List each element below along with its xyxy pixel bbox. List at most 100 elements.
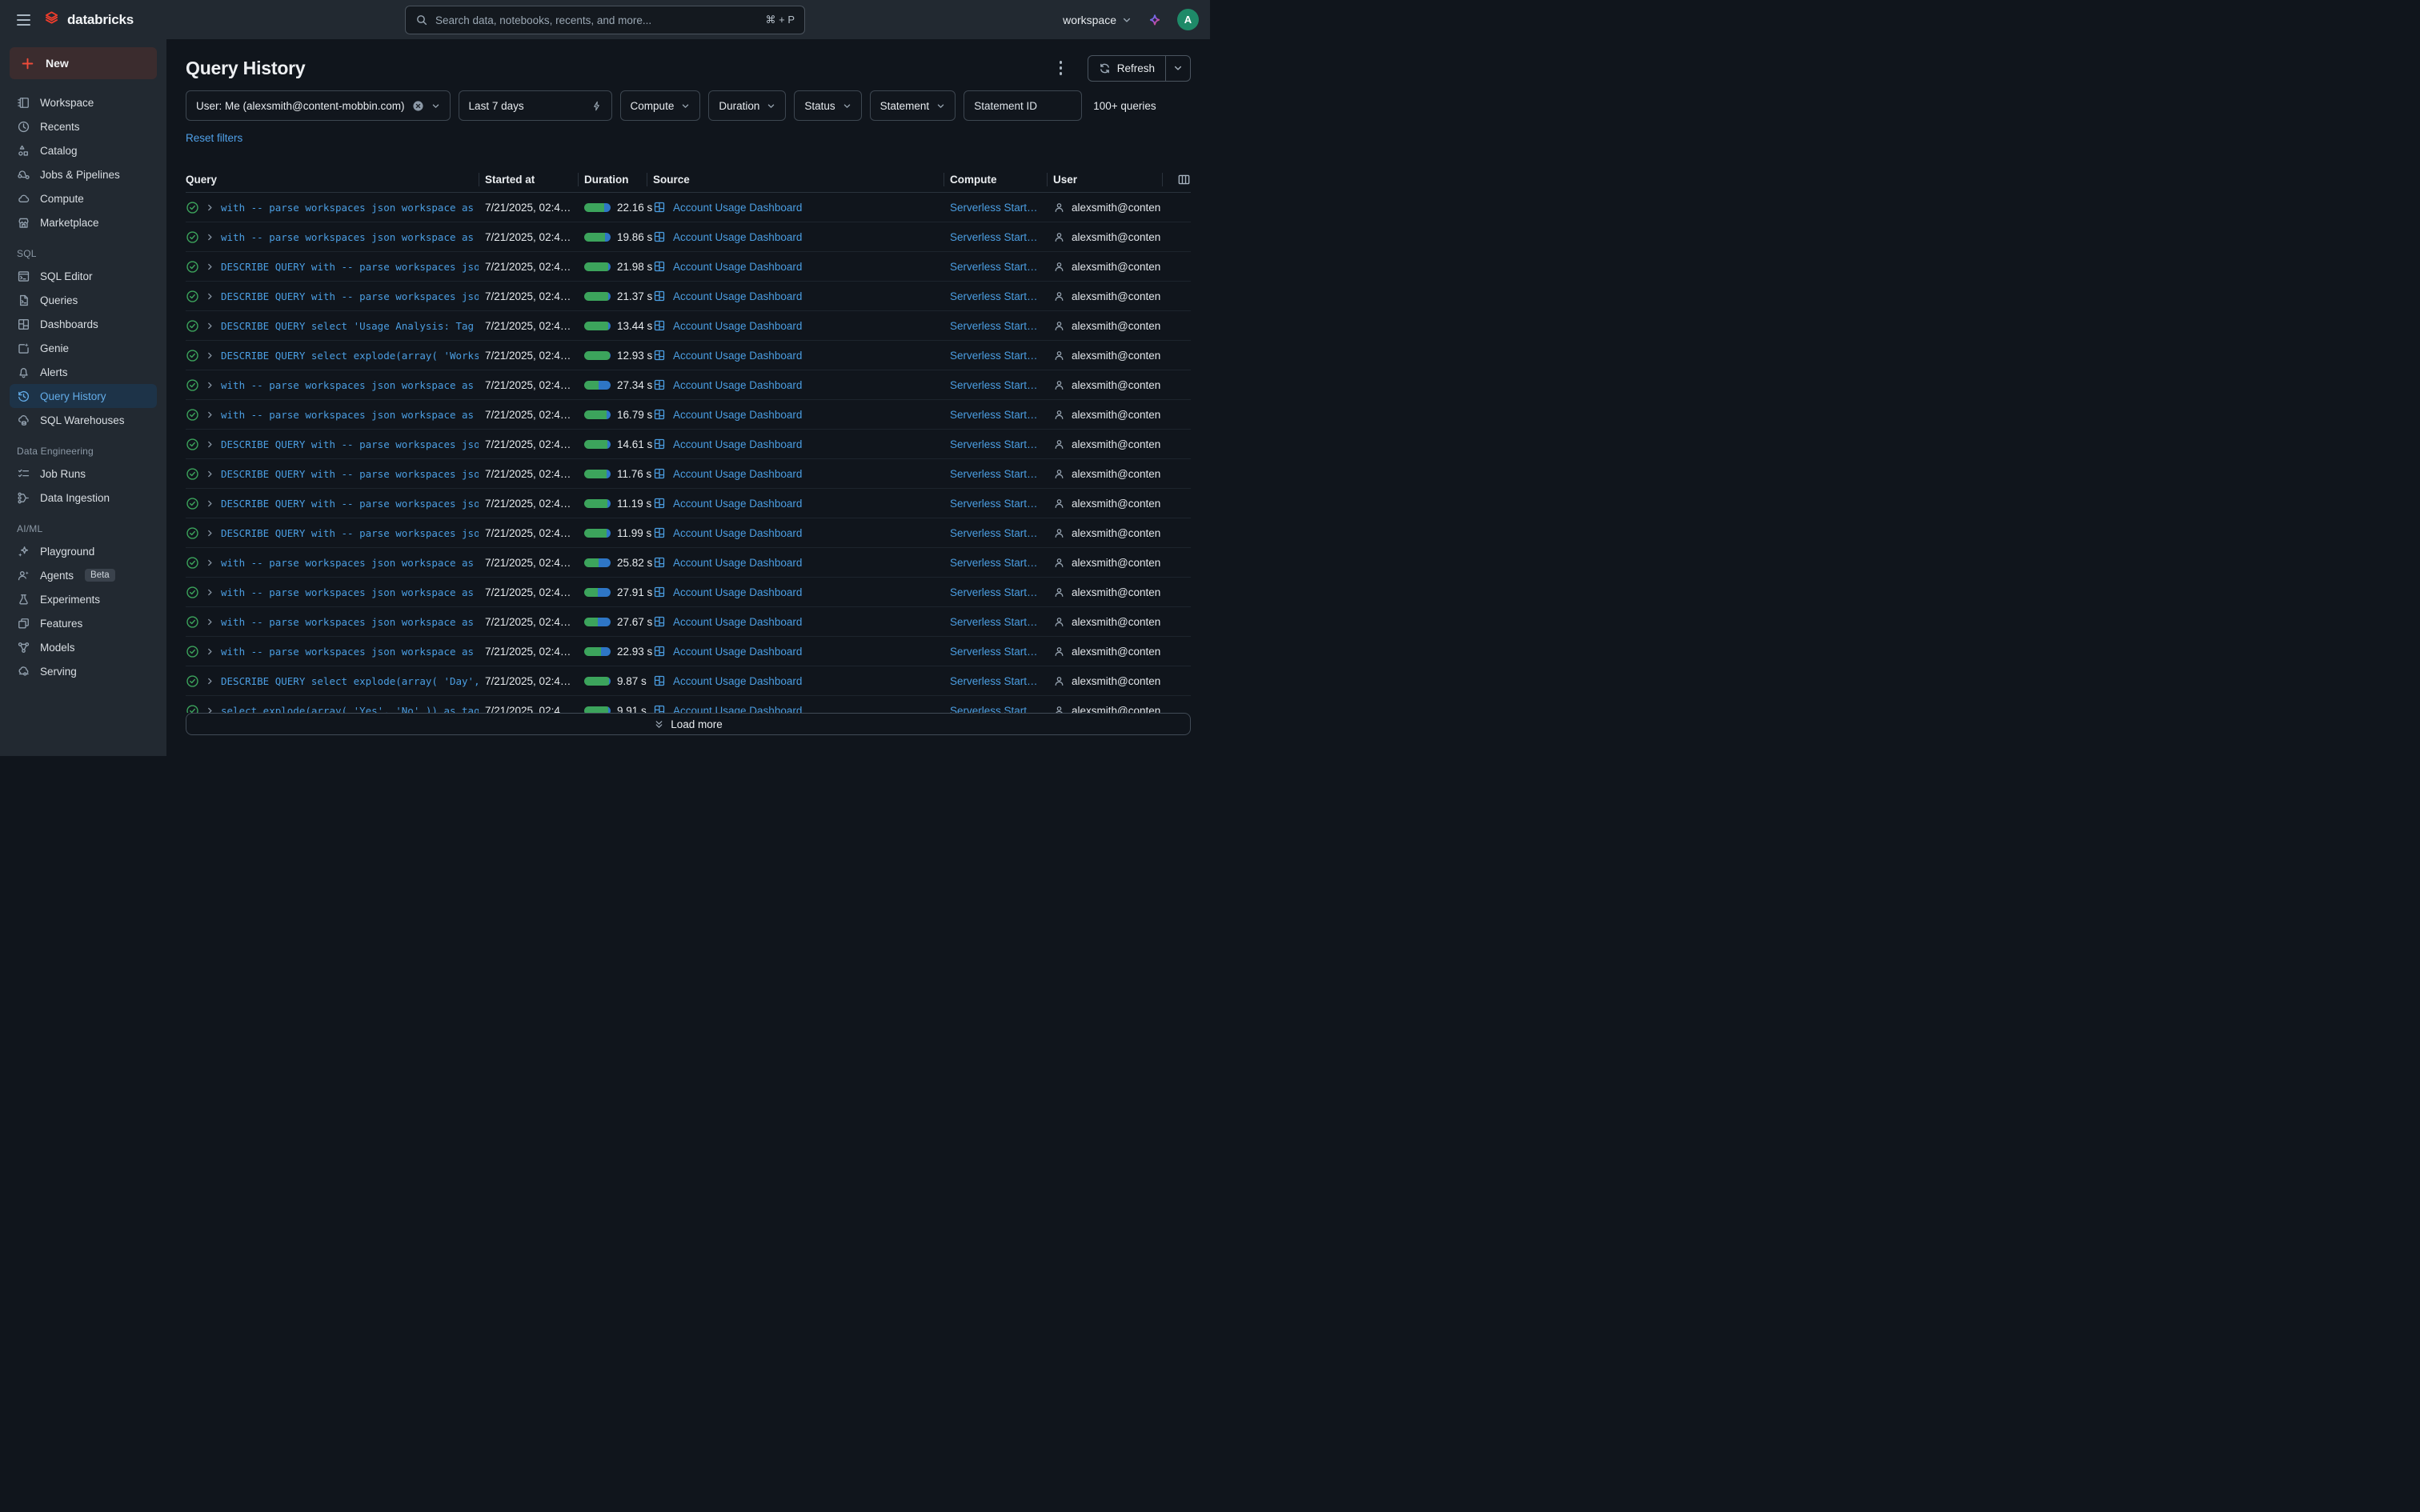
source-link[interactable]: Account Usage Dashboard [673,261,802,273]
query-history-row[interactable]: DESCRIBE QUERY with -- parse workspaces … [186,282,1191,311]
compute-link[interactable]: Serverless Start… [950,675,1038,687]
query-text-link[interactable]: with -- parse workspaces json workspace … [221,202,479,214]
chevron-right-icon[interactable] [206,529,214,538]
chevron-right-icon[interactable] [206,618,214,626]
compute-link[interactable]: Serverless Start… [950,498,1038,510]
source-link[interactable]: Account Usage Dashboard [673,646,802,658]
query-text-link[interactable]: select explode(array( 'Yes', 'No' )) as … [221,705,479,714]
query-history-row[interactable]: with -- parse workspaces json workspace … [186,607,1191,637]
chevron-right-icon[interactable] [206,558,214,567]
query-history-row[interactable]: with -- parse workspaces json workspace … [186,400,1191,430]
sidebar-item-query-history[interactable]: Query History [10,384,157,408]
sidebar-item-dashboards[interactable]: Dashboards [10,312,157,336]
chevron-right-icon[interactable] [206,410,214,419]
query-history-row[interactable]: DESCRIBE QUERY select 'Usage Analysis: T… [186,311,1191,341]
column-settings-icon[interactable] [1162,167,1191,192]
refresh-button[interactable]: Refresh [1088,56,1165,81]
query-text-link[interactable]: DESCRIBE QUERY with -- parse workspaces … [221,468,479,480]
query-history-row[interactable]: DESCRIBE QUERY select explode(array( 'Da… [186,666,1191,696]
chevron-right-icon[interactable] [206,470,214,478]
source-link[interactable]: Account Usage Dashboard [673,557,802,569]
databricks-logo[interactable]: databricks [42,10,134,30]
filter-user[interactable]: User: Me (alexsmith@content-mobbin.com) [186,90,451,121]
query-text-link[interactable]: DESCRIBE QUERY select 'Usage Analysis: T… [221,320,479,332]
load-more-button[interactable]: Load more [186,713,1191,735]
source-link[interactable]: Account Usage Dashboard [673,231,802,243]
sidebar-item-catalog[interactable]: Catalog [10,138,157,162]
source-link[interactable]: Account Usage Dashboard [673,438,802,450]
chevron-right-icon[interactable] [206,292,214,301]
chevron-right-icon[interactable] [206,440,214,449]
compute-link[interactable]: Serverless Start… [950,379,1038,391]
query-text-link[interactable]: DESCRIBE QUERY select explode(array( 'Da… [221,675,479,687]
query-text-link[interactable]: DESCRIBE QUERY with -- parse workspaces … [221,498,479,510]
source-link[interactable]: Account Usage Dashboard [673,350,802,362]
query-text-link[interactable]: with -- parse workspaces json workspace … [221,557,479,569]
sidebar-item-sql-warehouses[interactable]: SQL Warehouses [10,408,157,432]
compute-link[interactable]: Serverless Start… [950,438,1038,450]
column-header-compute[interactable]: Compute [944,167,1047,192]
source-link[interactable]: Account Usage Dashboard [673,586,802,598]
sidebar-item-workspace[interactable]: Workspace [10,90,157,114]
compute-link[interactable]: Serverless Start… [950,290,1038,302]
column-header-user[interactable]: User [1047,167,1162,192]
sidebar-item-recents[interactable]: Recents [10,114,157,138]
sidebar-item-queries[interactable]: Queries [10,288,157,312]
column-header-duration[interactable]: Duration [578,167,647,192]
more-options-kebab-icon[interactable] [1051,58,1072,78]
sidebar-item-sql-editor[interactable]: SQL Editor [10,264,157,288]
clear-filter-icon[interactable] [412,100,424,112]
compute-link[interactable]: Serverless Start… [950,527,1038,539]
source-link[interactable]: Account Usage Dashboard [673,705,802,714]
sidebar-item-data-ingestion[interactable]: Data Ingestion [10,486,157,510]
query-text-link[interactable]: with -- parse workspaces json workspace … [221,409,479,421]
sidebar-item-agents[interactable]: AgentsBeta [10,563,157,587]
chevron-right-icon[interactable] [206,647,214,656]
source-link[interactable]: Account Usage Dashboard [673,379,802,391]
query-text-link[interactable]: with -- parse workspaces json workspace … [221,231,479,243]
compute-link[interactable]: Serverless Start… [950,231,1038,243]
filter-compute[interactable]: Compute [620,90,701,121]
sidebar-item-marketplace[interactable]: Marketplace [10,210,157,234]
compute-link[interactable]: Serverless Start… [950,261,1038,273]
sidebar-item-jobs-pipelines[interactable]: Jobs & Pipelines [10,162,157,186]
column-header-query[interactable]: Query [186,167,479,192]
compute-link[interactable]: Serverless Start… [950,320,1038,332]
workspace-switcher[interactable]: workspace [1063,14,1132,26]
chevron-right-icon[interactable] [206,262,214,271]
query-text-link[interactable]: DESCRIBE QUERY with -- parse workspaces … [221,438,479,450]
source-link[interactable]: Account Usage Dashboard [673,527,802,539]
query-history-row[interactable]: with -- parse workspaces json workspace … [186,548,1191,578]
sidebar-item-playground[interactable]: Playground [10,539,157,563]
hamburger-menu-icon[interactable] [11,8,35,32]
sidebar-item-job-runs[interactable]: Job Runs [10,462,157,486]
query-text-link[interactable]: DESCRIBE QUERY with -- parse workspaces … [221,527,479,539]
chevron-right-icon[interactable] [206,588,214,597]
source-link[interactable]: Account Usage Dashboard [673,616,802,628]
query-history-row[interactable]: select explode(array( 'Yes', 'No' )) as … [186,696,1191,713]
chevron-right-icon[interactable] [206,381,214,390]
chevron-right-icon[interactable] [206,233,214,242]
query-history-row[interactable]: DESCRIBE QUERY select explode(array( 'Wo… [186,341,1191,370]
compute-link[interactable]: Serverless Start… [950,468,1038,480]
compute-link[interactable]: Serverless Start… [950,409,1038,421]
query-history-row[interactable]: DESCRIBE QUERY with -- parse workspaces … [186,459,1191,489]
query-history-row[interactable]: DESCRIBE QUERY with -- parse workspaces … [186,518,1191,548]
compute-link[interactable]: Serverless Start… [950,586,1038,598]
compute-link[interactable]: Serverless Start… [950,616,1038,628]
statement-id-input[interactable] [974,100,1072,112]
chevron-right-icon[interactable] [206,677,214,686]
sidebar-item-compute[interactable]: Compute [10,186,157,210]
query-text-link[interactable]: with -- parse workspaces json workspace … [221,646,479,658]
query-text-link[interactable]: with -- parse workspaces json workspace … [221,379,479,391]
filter-statement[interactable]: Statement [870,90,956,121]
refresh-dropdown-button[interactable] [1166,56,1190,81]
source-link[interactable]: Account Usage Dashboard [673,320,802,332]
query-text-link[interactable]: DESCRIBE QUERY select explode(array( 'Wo… [221,350,479,362]
query-history-row[interactable]: DESCRIBE QUERY with -- parse workspaces … [186,489,1191,518]
filter-duration[interactable]: Duration [708,90,786,121]
chevron-right-icon[interactable] [206,322,214,330]
chevron-right-icon[interactable] [206,351,214,360]
query-history-row[interactable]: with -- parse workspaces json workspace … [186,370,1191,400]
sidebar-item-experiments[interactable]: Experiments [10,587,157,611]
